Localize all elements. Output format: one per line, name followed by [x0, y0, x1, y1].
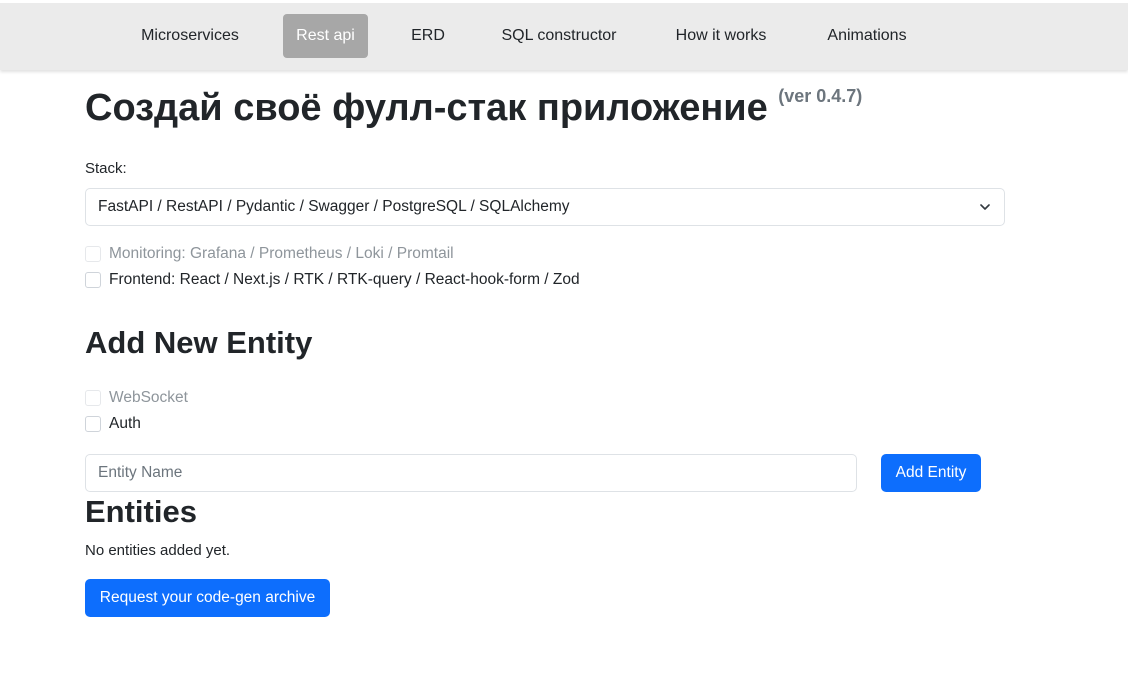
entities-heading: Entities	[85, 494, 197, 529]
auth-checkbox[interactable]	[85, 416, 101, 432]
page-title: Создай своё фулл-стак приложение	[85, 87, 768, 129]
monitoring-checkbox[interactable]	[85, 246, 101, 262]
add-entity-heading: Add New Entity	[85, 325, 313, 360]
nav-item-microservices[interactable]: Microservices	[128, 14, 252, 58]
websocket-checkbox[interactable]	[85, 390, 101, 406]
request-archive-button[interactable]: Request your code-gen archive	[85, 579, 330, 617]
page-header: Создай своё фулл-стак приложение (ver 0.…	[85, 86, 862, 130]
entity-name-input[interactable]: Entity Name	[85, 454, 857, 492]
nav-item-how-it-works[interactable]: How it works	[661, 14, 781, 58]
monitoring-label: Monitoring: Grafana / Prometheus / Loki …	[109, 245, 454, 262]
stack-select[interactable]: FastAPI / RestAPI / Pydantic / Swagger /…	[85, 188, 1005, 226]
auth-label: Auth	[109, 415, 141, 432]
chevron-down-icon	[980, 204, 990, 210]
add-entity-button[interactable]: Add Entity	[881, 454, 981, 492]
websocket-label: WebSocket	[109, 389, 188, 406]
nav-item-sql-constructor[interactable]: SQL constructor	[489, 14, 629, 58]
stack-label: Stack:	[85, 160, 127, 177]
frontend-checkbox[interactable]	[85, 272, 101, 288]
frontend-label: Frontend: React / Next.js / RTK / RTK-qu…	[109, 271, 580, 288]
stack-select-value: FastAPI / RestAPI / Pydantic / Swagger /…	[98, 198, 570, 215]
nav-item-erd[interactable]: ERD	[398, 14, 458, 58]
nav-item-animations[interactable]: Animations	[812, 14, 922, 58]
top-navbar: Microservices Rest api ERD SQL construct…	[0, 0, 1128, 70]
entities-empty-text: No entities added yet.	[85, 542, 231, 559]
version-badge: (ver 0.4.7)	[778, 86, 863, 106]
nav-item-rest-api[interactable]: Rest api	[283, 14, 368, 58]
